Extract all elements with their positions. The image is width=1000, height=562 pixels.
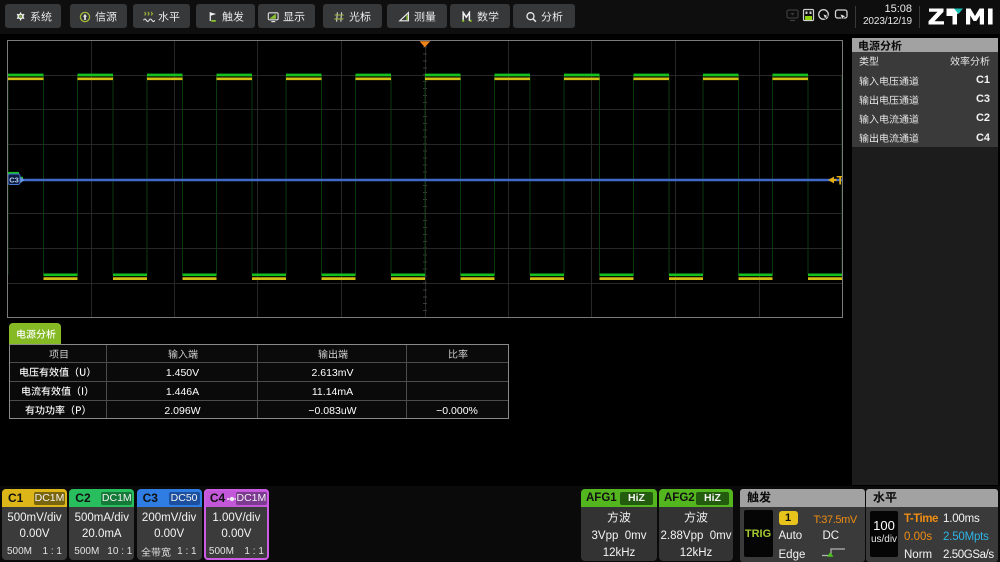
svg-text:C3: C3 xyxy=(9,175,19,184)
